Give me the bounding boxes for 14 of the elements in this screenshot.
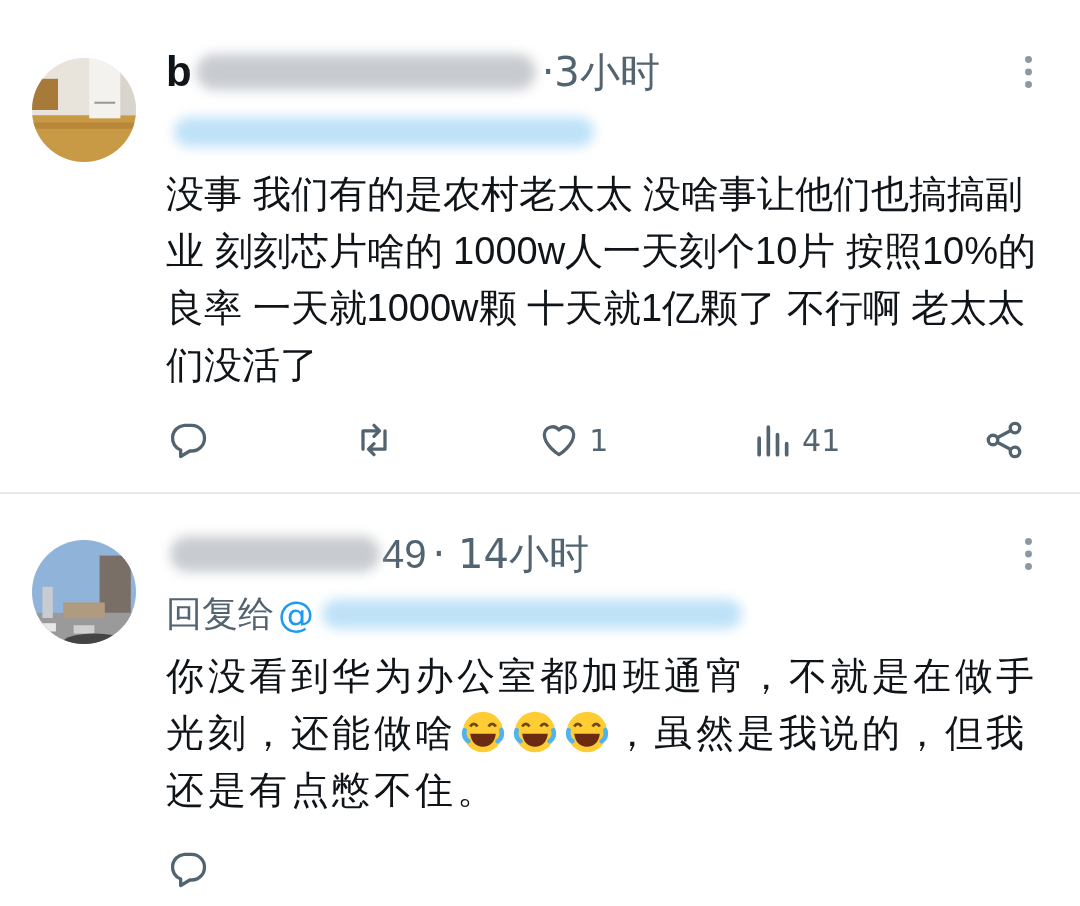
tweet-text: 你没看到华为办公室都加班通宵，不就是在做手光刻，还能做啥 ，虽然是我说的，但我还是有点憋不住。 [166, 654, 1039, 813]
laughing-emoji-icon [512, 710, 557, 754]
more-icon [1025, 538, 1032, 570]
reply-to-label: 回复给 [166, 591, 274, 636]
heart-button[interactable]: 1 [537, 418, 609, 462]
laughing-emoji-icon [564, 710, 609, 754]
more-icon [1025, 56, 1032, 88]
laughing-emoji-icon [460, 710, 505, 754]
bar-chart-button[interactable]: 41 [750, 418, 841, 462]
user-handle[interactable]: 49 [382, 531, 427, 577]
tweet-text: 没事 我们有的是农村老太太 没啥事让他们也搞搞副业 刻刻芯片啥的 1000w人一天刻个10片 按照10%的良率 一天就1000w颗 十天就1亿颗了 不行啊 老太太们没活了 [166, 172, 1037, 388]
user-name[interactable]: b [166, 48, 192, 96]
timestamp: ·3小时 [541, 47, 660, 97]
timestamp: · 14小时 [432, 529, 589, 579]
